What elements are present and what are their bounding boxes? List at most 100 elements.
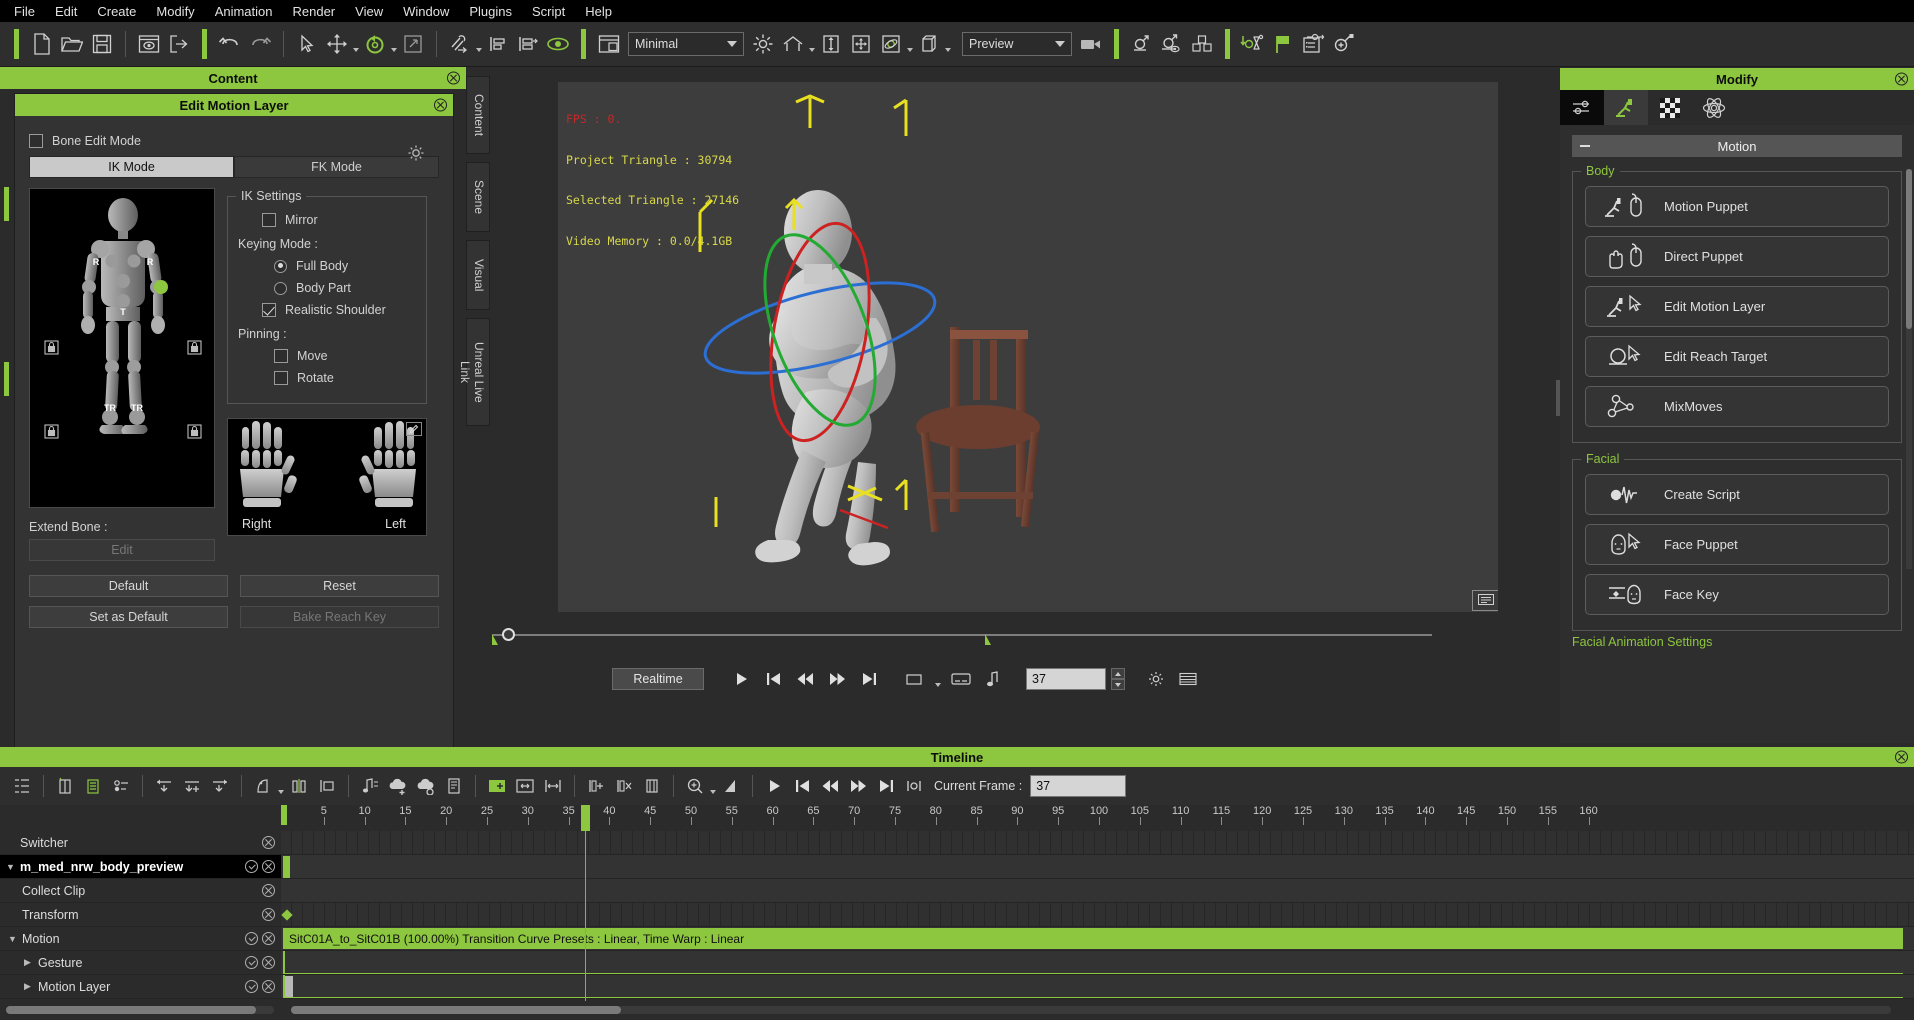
rotate-tool-dropdown-caret[interactable] [390, 31, 398, 57]
timeline-subrow[interactable] [283, 951, 1903, 974]
vertical-fit-icon[interactable] [816, 29, 846, 59]
vtab-visual[interactable]: Visual [466, 240, 490, 310]
bake-reach-key-button[interactable]: Bake Reach Key [240, 606, 439, 628]
orbit-icon[interactable] [876, 29, 906, 59]
track-switcher[interactable]: Switcher [0, 831, 281, 855]
bone-edit-mode-row[interactable]: Bone Edit Mode [29, 134, 439, 148]
character-icon[interactable] [1127, 29, 1157, 59]
realistic-shoulder-row[interactable]: Realistic Shoulder [262, 303, 416, 317]
pencil-edit-icon[interactable] [406, 422, 422, 436]
motion-expand-arrow-icon[interactable]: ▼ [8, 934, 22, 944]
export-icon[interactable] [164, 29, 194, 59]
pinning-move-row[interactable]: Move [274, 349, 416, 363]
layout-window-icon[interactable] [594, 29, 624, 59]
box-wireframe-icon[interactable] [914, 29, 944, 59]
rotate-tool-icon[interactable] [360, 29, 390, 59]
align-right-icon[interactable] [513, 29, 543, 59]
new-file-icon[interactable] [27, 29, 57, 59]
timeline-track-hscrollbar[interactable] [6, 1006, 274, 1014]
hands-selector[interactable]: Right Left [227, 418, 427, 536]
close-icon-eml[interactable] [434, 98, 447, 112]
track-expand-icon-4[interactable] [245, 980, 258, 993]
eye-visibility-icon[interactable] [543, 29, 573, 59]
track-close-icon-5[interactable] [262, 932, 275, 945]
jump-to-start-button[interactable] [760, 667, 786, 691]
checker-texture-icon[interactable] [1648, 90, 1692, 125]
step-forward-button[interactable] [824, 667, 850, 691]
track-close-icon-6[interactable] [262, 956, 275, 969]
tab-ik-mode[interactable]: IK Mode [29, 156, 234, 178]
mirror-row[interactable]: Mirror [262, 213, 416, 227]
preview-window-icon[interactable] [134, 29, 164, 59]
move-view-icon[interactable] [846, 29, 876, 59]
jump-to-end-button[interactable] [856, 667, 882, 691]
props-cubes-icon[interactable] [1187, 29, 1217, 59]
zoom-icon[interactable] [681, 773, 709, 799]
delete-frame-icon[interactable] [610, 773, 638, 799]
edit-motion-layer-button[interactable]: Edit Motion Layer [1585, 286, 1889, 327]
redo-icon[interactable] [245, 29, 275, 59]
add-key-icon[interactable] [178, 773, 206, 799]
attribute-sliders-icon[interactable] [1560, 90, 1604, 125]
modify-panel-scroll-thumb[interactable] [1906, 169, 1912, 329]
timeline-row[interactable] [281, 879, 1914, 903]
close-icon[interactable] [447, 71, 460, 85]
transition-curve-icon[interactable] [249, 773, 277, 799]
motion-puppet-button[interactable]: Motion Puppet [1585, 186, 1889, 227]
track-motion[interactable]: ▼ Motion [0, 927, 281, 951]
menu-item-create[interactable]: Create [87, 2, 146, 21]
timeline-row[interactable] [281, 855, 1914, 879]
vtab-scene[interactable]: Scene [466, 162, 490, 232]
face-key-button[interactable]: Face Key [1585, 574, 1889, 615]
camera-icon[interactable] [1076, 29, 1106, 59]
home-view-icon[interactable] [778, 29, 808, 59]
viewport-timebar[interactable] [458, 620, 1466, 654]
loop-range-button[interactable] [900, 773, 928, 799]
mirror-checkbox[interactable] [262, 213, 276, 227]
body-puppet-preview[interactable]: R R T TR TR [29, 188, 215, 508]
track-collect-clip[interactable]: Collect Clip [0, 879, 281, 903]
track-list-icon[interactable] [8, 773, 36, 799]
track-close-icon-2[interactable] [262, 860, 275, 873]
subtitle-button[interactable] [948, 667, 974, 691]
animation-run-icon[interactable] [1604, 90, 1648, 125]
frame-spinner-down[interactable] [1111, 679, 1125, 690]
character-eye-icon[interactable] [1157, 29, 1187, 59]
add-track-icon[interactable] [79, 773, 107, 799]
transition-curve-caret[interactable] [277, 773, 285, 799]
link-tool-dropdown-caret[interactable] [475, 31, 483, 57]
comment-note-icon[interactable] [1472, 590, 1498, 611]
vtab-unreal-live-link[interactable]: Unreal Live Link [458, 318, 490, 426]
track-close-icon[interactable] [262, 836, 275, 849]
render-mode-select[interactable]: Preview [962, 32, 1072, 56]
open-folder-icon[interactable] [57, 29, 87, 59]
track-expand-icon-2[interactable] [245, 932, 258, 945]
menu-item-edit[interactable]: Edit [45, 2, 87, 21]
menu-item-view[interactable]: View [345, 2, 393, 21]
orbit-dropdown-caret[interactable] [906, 31, 914, 57]
zoom-fit-icon[interactable] [717, 773, 745, 799]
task-list-icon[interactable] [1298, 29, 1328, 59]
reset-button[interactable]: Reset [240, 575, 439, 597]
pinning-rotate-row[interactable]: Rotate [274, 371, 416, 385]
light-sun-icon[interactable] [748, 29, 778, 59]
close-icon-timeline[interactable] [1895, 750, 1908, 764]
audio-note-button[interactable] [980, 667, 1006, 691]
move-tool-dropdown-caret[interactable] [352, 31, 360, 57]
play-button[interactable] [728, 667, 754, 691]
layout-select[interactable]: Minimal [628, 32, 744, 56]
add-clip-icon[interactable] [51, 773, 79, 799]
create-script-button[interactable]: Create Script [1585, 474, 1889, 515]
menu-item-window[interactable]: Window [393, 2, 459, 21]
menu-item-modify[interactable]: Modify [146, 2, 204, 21]
menu-item-script[interactable]: Script [522, 2, 575, 21]
move-key-right-icon[interactable] [206, 773, 234, 799]
frame-spinner-up[interactable] [1111, 668, 1125, 679]
undo-icon[interactable] [215, 29, 245, 59]
add-frame-icon[interactable] [582, 773, 610, 799]
realtime-button[interactable]: Realtime [612, 668, 704, 690]
select-arrow-icon[interactable] [292, 29, 322, 59]
default-button[interactable]: Default [29, 575, 228, 597]
align-clip-icon[interactable] [313, 773, 341, 799]
motion-layer-key[interactable] [285, 976, 293, 997]
